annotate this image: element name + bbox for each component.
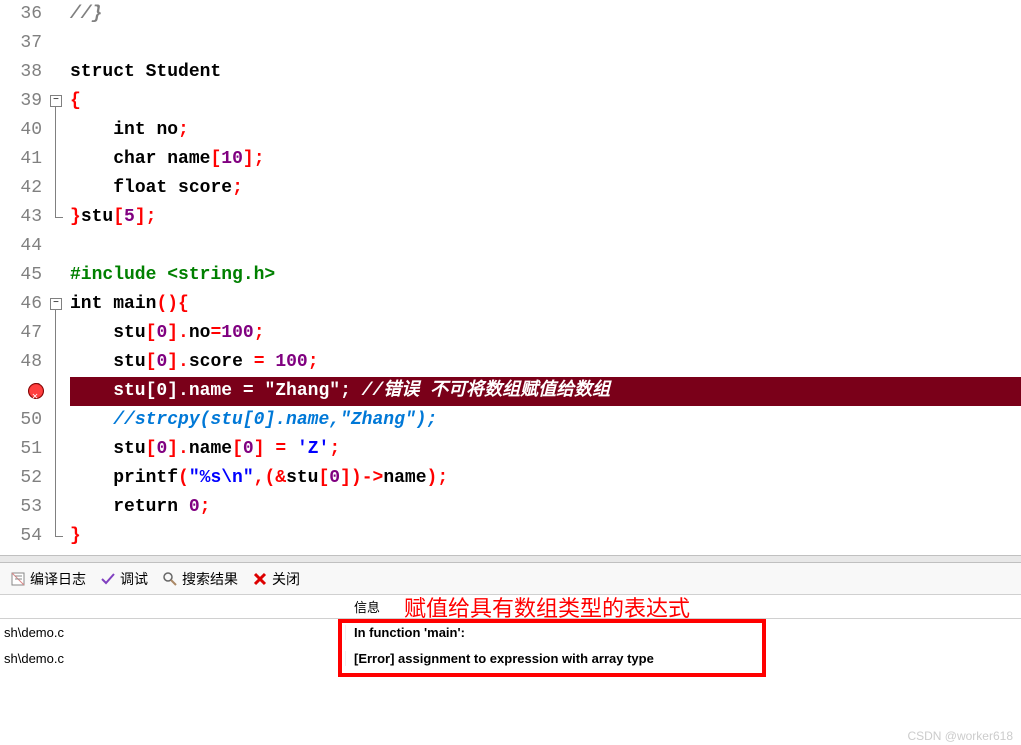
close-tab[interactable]: 关闭 bbox=[246, 567, 306, 591]
debug-tab[interactable]: 调试 bbox=[94, 567, 154, 591]
code-line[interactable]: stu[0].name = "Zhang"; //错误 不可将数组赋值给数组 bbox=[70, 377, 1021, 406]
line-number: 44 bbox=[0, 232, 46, 261]
check-icon bbox=[100, 571, 116, 587]
code-line[interactable]: { bbox=[70, 87, 1021, 116]
code-line[interactable] bbox=[70, 232, 1021, 261]
line-number: 39 bbox=[0, 87, 46, 116]
code-line[interactable]: }stu[5]; bbox=[70, 203, 1021, 232]
line-number: 51 bbox=[0, 435, 46, 464]
code-line[interactable]: char name[10]; bbox=[70, 145, 1021, 174]
line-number: 37 bbox=[0, 29, 46, 58]
result-file: sh\demo.c bbox=[0, 625, 346, 640]
code-line[interactable]: int main(){ bbox=[70, 290, 1021, 319]
line-number: 54 bbox=[0, 522, 46, 551]
compile-log-tab[interactable]: 编译日志 bbox=[4, 567, 92, 591]
fold-toggle-icon[interactable]: − bbox=[50, 298, 62, 310]
line-number: 48 bbox=[0, 348, 46, 377]
close-icon bbox=[252, 571, 268, 587]
code-line[interactable]: //strcpy(stu[0].name,"Zhang"); bbox=[70, 406, 1021, 435]
results-panel[interactable]: 信息 sh\demo.cIn function 'main':sh\demo.c… bbox=[0, 595, 1021, 745]
code-line[interactable]: stu[0].no=100; bbox=[70, 319, 1021, 348]
annotation-box bbox=[338, 619, 766, 677]
code-line[interactable]: struct Student bbox=[70, 58, 1021, 87]
line-number-gutter: 3637383940414243444546474845051525354 bbox=[0, 0, 46, 555]
debug-label: 调试 bbox=[120, 569, 148, 589]
code-line[interactable]: } bbox=[70, 522, 1021, 551]
fold-column[interactable]: −− bbox=[46, 0, 70, 555]
code-line[interactable]: printf("%s\n",(&stu[0])->name); bbox=[70, 464, 1021, 493]
bottom-toolbar: 编译日志 调试 搜索结果 关闭 bbox=[0, 563, 1021, 595]
line-number: 50 bbox=[0, 406, 46, 435]
line-number: 40 bbox=[0, 116, 46, 145]
code-line[interactable]: #include <string.h> bbox=[70, 261, 1021, 290]
line-number: 43 bbox=[0, 203, 46, 232]
code-line[interactable]: return 0; bbox=[70, 493, 1021, 522]
search-icon bbox=[162, 571, 178, 587]
line-number: 45 bbox=[0, 261, 46, 290]
line-number: 42 bbox=[0, 174, 46, 203]
watermark: CSDN @worker618 bbox=[907, 729, 1013, 743]
notebook-icon bbox=[10, 571, 26, 587]
message-header-label: 信息 bbox=[354, 600, 380, 615]
compile-log-label: 编译日志 bbox=[30, 569, 86, 589]
line-number: 41 bbox=[0, 145, 46, 174]
line-number: 47 bbox=[0, 319, 46, 348]
line-number: 36 bbox=[0, 0, 46, 29]
code-line[interactable]: int no; bbox=[70, 116, 1021, 145]
line-number: 52 bbox=[0, 464, 46, 493]
code-editor[interactable]: 3637383940414243444546474845051525354 −−… bbox=[0, 0, 1021, 555]
line-number: 4 bbox=[0, 377, 46, 406]
code-line[interactable]: stu[0].name[0] = 'Z'; bbox=[70, 435, 1021, 464]
code-area[interactable]: //} struct Student{ int no; char name[10]… bbox=[70, 0, 1021, 555]
code-line[interactable] bbox=[70, 29, 1021, 58]
close-label: 关闭 bbox=[272, 569, 300, 589]
code-line[interactable]: float score; bbox=[70, 174, 1021, 203]
search-results-tab[interactable]: 搜索结果 bbox=[156, 567, 244, 591]
result-file: sh\demo.c bbox=[0, 651, 346, 666]
line-number: 53 bbox=[0, 493, 46, 522]
search-label: 搜索结果 bbox=[182, 569, 238, 589]
error-marker-icon bbox=[28, 383, 44, 399]
fold-toggle-icon[interactable]: − bbox=[50, 95, 62, 107]
line-number: 46 bbox=[0, 290, 46, 319]
code-line[interactable]: //} bbox=[70, 0, 1021, 29]
splitter[interactable] bbox=[0, 555, 1021, 563]
code-line[interactable]: stu[0].score = 100; bbox=[70, 348, 1021, 377]
line-number: 38 bbox=[0, 58, 46, 87]
